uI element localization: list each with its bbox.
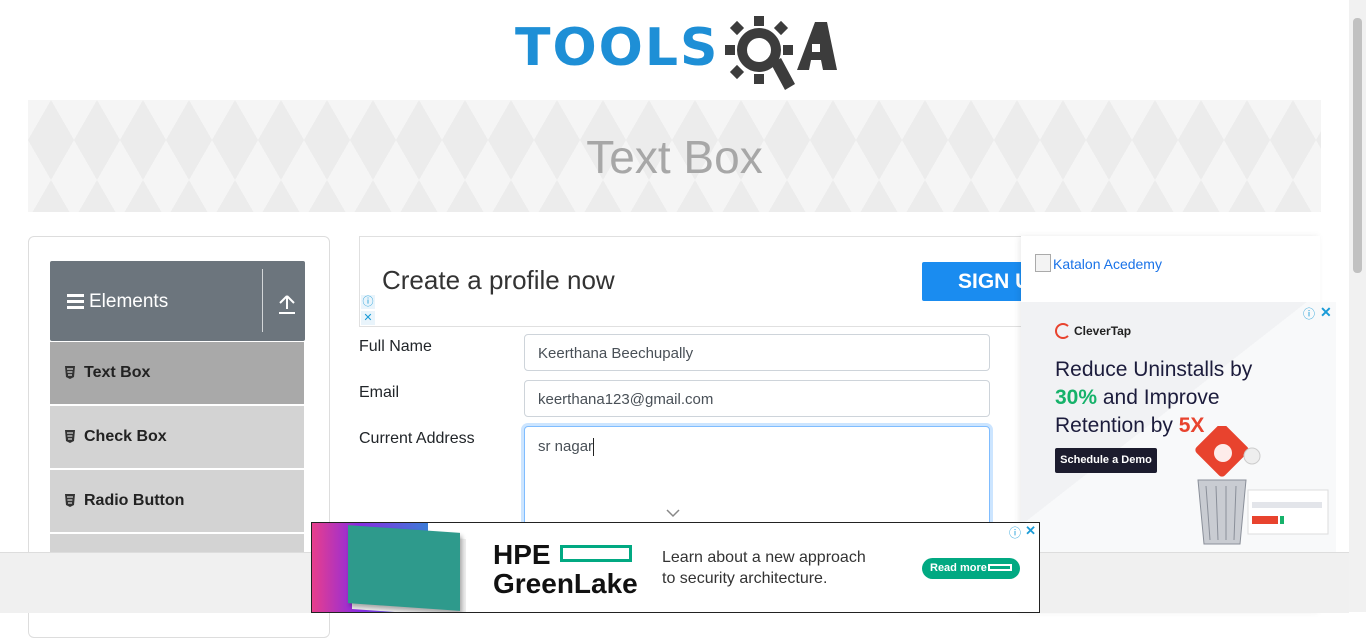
html5-icon (65, 494, 75, 507)
current-address-textarea[interactable]: sr nagar (524, 426, 990, 536)
ad-close-icon[interactable]: ✕ (361, 311, 375, 325)
sidebar-item-label: Radio Button (84, 492, 185, 509)
scrollbar-thumb[interactable] (1353, 18, 1362, 273)
logo-qa-gear-icon (725, 16, 837, 90)
email-label: Email (359, 384, 400, 401)
html5-icon (65, 430, 75, 443)
current-address-label: Current Address (359, 430, 475, 447)
ad-banner-bottom[interactable]: HPE GreenLake Learn about a new approach… (311, 522, 1040, 613)
chevron-down-icon (666, 509, 680, 518)
rectangle-icon (988, 564, 1012, 571)
katalon-ad-image[interactable]: Katalon Acedemy (1035, 254, 1162, 272)
page-banner: Text Box (28, 100, 1321, 212)
email-input[interactable]: keerthana123@gmail.com (524, 380, 990, 417)
page-scrollbar[interactable] (1349, 0, 1366, 612)
sidebar-group-title: Elements (89, 291, 169, 312)
ad-close-icon[interactable]: ✕ (1320, 304, 1332, 321)
page-title: Text Box (586, 131, 763, 183)
hpe-brand-line1: HPE (493, 539, 551, 570)
hpe-brand-line2: GreenLake (493, 568, 638, 599)
toolsqa-logo[interactable]: TOOLS (515, 14, 837, 90)
katalon-alt-text: Katalon Acedemy (1053, 256, 1162, 272)
text-caret (593, 438, 595, 457)
sidebar-group-elements[interactable]: Elements (50, 261, 305, 341)
ad-copy-line2: to security architecture. (662, 570, 828, 587)
ad-headline: Create a profile now (382, 265, 615, 295)
schedule-demo-button[interactable]: Schedule a Demo (1055, 448, 1157, 473)
ad-close-icon[interactable]: ✕ (1025, 523, 1036, 539)
current-address-value: sr nagar (538, 438, 594, 455)
full-name-label: Full Name (359, 338, 432, 355)
adchoices-info-icon[interactable]: ⓘ (1009, 524, 1021, 541)
sidebar-item-label: Check Box (84, 428, 167, 445)
menu-icon (67, 294, 84, 312)
ct-copy-2: and Improve (1097, 386, 1220, 409)
logo-text: TOOLS (515, 18, 720, 78)
sidebar-item-check-box[interactable]: Check Box (50, 406, 304, 470)
adchoices-info-icon[interactable]: ⓘ (361, 295, 375, 309)
ad-signup-button[interactable]: SIGN U (922, 262, 1021, 301)
broken-image-icon (1035, 254, 1051, 272)
collapse-upload-icon[interactable] (275, 293, 299, 315)
clevertap-logo: CleverTap (1055, 323, 1131, 339)
ct-copy-1: Reduce Uninstalls by (1055, 358, 1253, 381)
ad-copy: Learn about a new approach to security a… (662, 547, 866, 589)
trash-can-illustration-icon (1195, 426, 1329, 545)
adchoices-info-icon[interactable]: ⓘ (1303, 305, 1315, 322)
html5-icon (65, 366, 75, 379)
ct-copy-pct: 30% (1055, 386, 1098, 409)
read-more-label: Read more (930, 562, 987, 574)
full-name-input[interactable]: Keerthana Beechupally (524, 334, 990, 371)
ad-copy-line1: Learn about a new approach (662, 549, 866, 566)
divider (262, 269, 263, 332)
read-more-button[interactable]: Read more (922, 558, 1020, 579)
clevertap-c-icon (1055, 323, 1071, 339)
hpe-logo-rectangle-icon (560, 545, 632, 562)
clevertap-brand: CleverTap (1074, 324, 1132, 338)
ad-banner-top[interactable]: Create a profile now SIGN U (359, 236, 1021, 327)
sidebar-item-label: Text Box (84, 364, 151, 381)
ct-copy-3: Retention by (1055, 414, 1179, 437)
ad-book-cover (348, 525, 460, 611)
sidebar-item-text-box[interactable]: Text Box (50, 342, 304, 406)
sidebar-item-radio-button[interactable]: Radio Button (50, 470, 304, 534)
